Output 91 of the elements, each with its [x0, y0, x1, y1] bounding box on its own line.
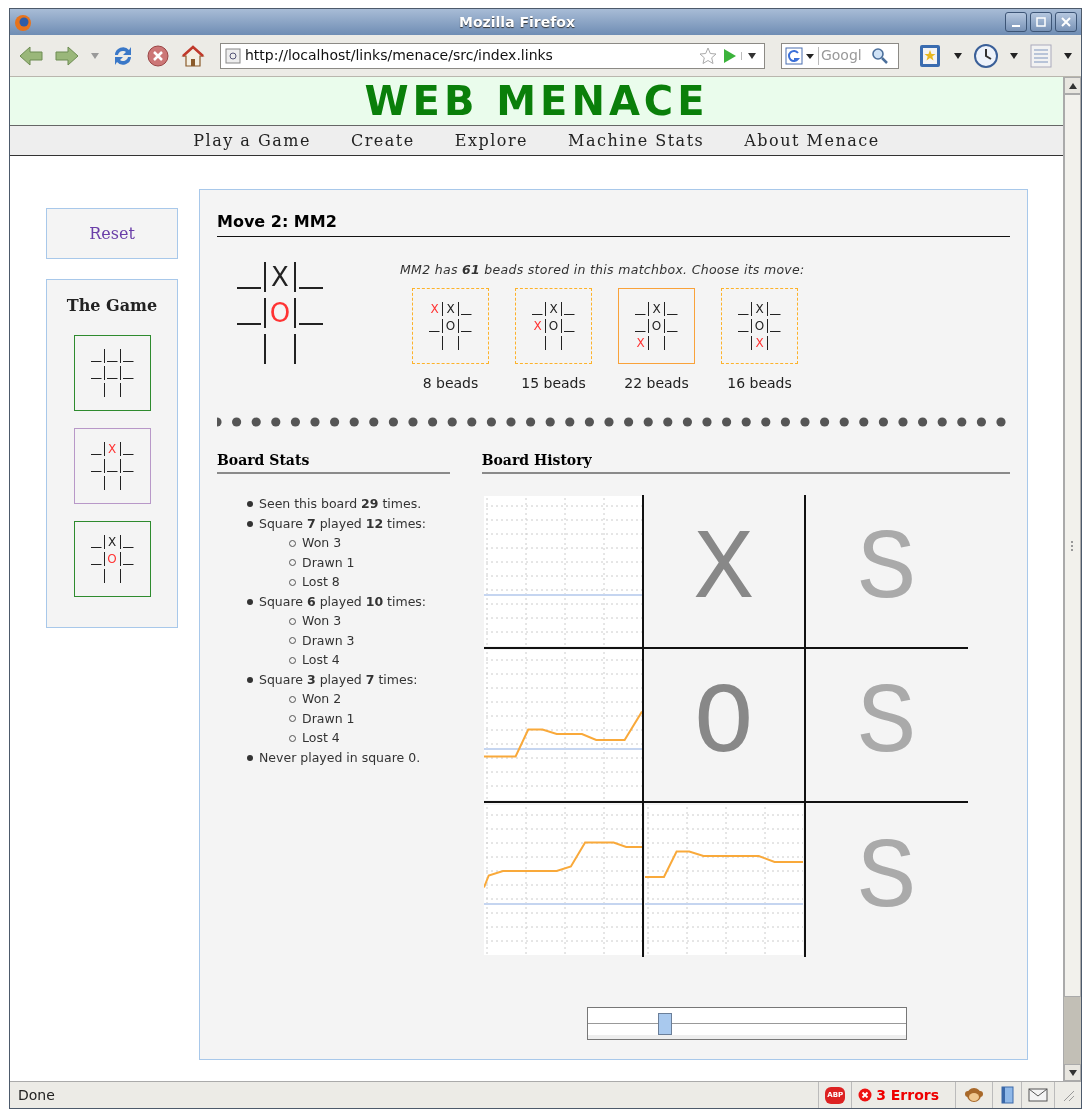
menu-link[interactable]: Create: [350, 128, 415, 153]
bead-count: 16 beads: [727, 373, 792, 393]
section-heading: Board History: [481, 450, 1010, 475]
bead-count: 15 beads: [521, 373, 586, 393]
stop-icon[interactable]: [146, 43, 170, 68]
scroll-down-icon[interactable]: [1068, 1069, 1077, 1076]
resize-grip-icon: [1061, 1088, 1075, 1102]
board-cell: [648, 335, 665, 350]
section-heading: Board Stats: [217, 450, 450, 475]
board-cell: [103, 383, 121, 397]
url-field[interactable]: http://localhost/links/menace/src/index.links: [220, 42, 765, 69]
bullet-icon: [247, 598, 253, 605]
close-button[interactable]: [1055, 12, 1077, 32]
stat-text: Drawn 1: [302, 553, 355, 572]
panel-title: The Game: [66, 295, 158, 317]
maximize-icon: [1036, 17, 1046, 27]
board-cell: X: [103, 442, 121, 456]
site-title: WEB MENACE: [364, 81, 709, 121]
board-cell: [103, 569, 121, 583]
stat-text: Seen this board 29 times.: [259, 495, 422, 514]
caret-icon[interactable]: [1063, 51, 1074, 60]
game-board[interactable]: X O: [73, 521, 151, 597]
maximize-button[interactable]: [1030, 12, 1052, 32]
search-icon[interactable]: [870, 46, 889, 65]
board-cell: [264, 334, 296, 364]
board-mark: S: [856, 675, 917, 776]
board-cell: X: [751, 335, 768, 350]
error-count[interactable]: 3 Errors: [876, 1084, 939, 1106]
error-icon: [858, 1088, 873, 1102]
stat-text: Never played in square 0.: [259, 748, 421, 767]
dropdown-caret-icon[interactable]: [746, 51, 757, 60]
stat-text: Square 6 played 10 times:: [259, 592, 427, 611]
scrollbar-thumb[interactable]: [1064, 94, 1081, 997]
board-mark: X: [693, 521, 754, 622]
menu-link[interactable]: About Menace: [744, 128, 880, 153]
minimize-button[interactable]: [1005, 12, 1027, 32]
caret-icon[interactable]: [1009, 51, 1020, 60]
bead-count: 8 beads: [422, 373, 479, 393]
window-title: Mozilla Firefox: [458, 12, 576, 32]
clock-icon[interactable]: [973, 42, 1000, 69]
move-option[interactable]: X O X: [721, 287, 798, 364]
status-text: Done: [18, 1085, 55, 1105]
stat-text: Lost 4: [302, 729, 340, 748]
bullet-icon: [247, 754, 253, 761]
stat-text: Square 7 played 12 times:: [259, 514, 427, 533]
board-cell: X: [103, 535, 121, 549]
prompt-text: MM2 has 61 beads stored in this matchbox. Choose its move:: [400, 261, 805, 279]
stat-text: Drawn 1: [302, 709, 355, 728]
bullet-icon: [247, 501, 253, 507]
stat-text: Won 3: [302, 534, 342, 553]
page-icon: [225, 47, 241, 64]
grip-icon: [1071, 540, 1074, 551]
board-mark: S: [856, 521, 917, 622]
stat-text: Lost 4: [302, 651, 340, 670]
bullet-icon: [247, 676, 253, 683]
scroll-up-icon[interactable]: [1068, 82, 1077, 89]
board-mark: O: [693, 675, 754, 776]
bead-count: 22 beads: [624, 373, 689, 393]
bullet-icon: [247, 520, 253, 527]
reset-button[interactable]: Reset: [46, 208, 178, 259]
board-cell-text: X: [635, 335, 646, 350]
envelope-icon[interactable]: [1028, 1087, 1048, 1103]
board-cell: [545, 335, 562, 350]
game-board[interactable]: [73, 335, 151, 411]
firefox-icon: [14, 13, 32, 32]
move-option[interactable]: X X O: [412, 287, 489, 364]
minimize-icon: [1012, 25, 1020, 27]
menu-link[interactable]: Machine Stats: [568, 128, 705, 153]
move-option[interactable]: X O X: [618, 287, 695, 364]
book-icon[interactable]: [999, 1086, 1015, 1104]
board-cell: [103, 476, 121, 490]
star-icon[interactable]: [698, 46, 717, 65]
close-icon: [1061, 17, 1071, 27]
stat-text: Drawn 3: [302, 631, 355, 650]
search-engine-icon[interactable]: [784, 46, 815, 65]
menu-link[interactable]: Explore: [454, 128, 529, 153]
board-cell-text: X: [532, 318, 543, 333]
slider-thumb[interactable]: [658, 1013, 673, 1036]
stat-text: Lost 8: [302, 573, 340, 592]
board-cell-text: X: [429, 301, 440, 316]
menu-link[interactable]: Play a Game: [193, 128, 311, 153]
caret-icon[interactable]: [953, 51, 964, 60]
move-title: Move 2: MM2: [217, 210, 1010, 237]
board-mark: S: [856, 830, 917, 931]
board-cell: O: [103, 552, 121, 566]
board-cell: [442, 335, 459, 350]
stat-text: Square 3 played 7 times:: [259, 670, 418, 689]
stat-text: Won 3: [302, 612, 342, 631]
move-option[interactable]: X X O: [515, 287, 592, 364]
head-icon[interactable]: [964, 1085, 984, 1105]
stat-text: Won 2: [302, 690, 342, 709]
